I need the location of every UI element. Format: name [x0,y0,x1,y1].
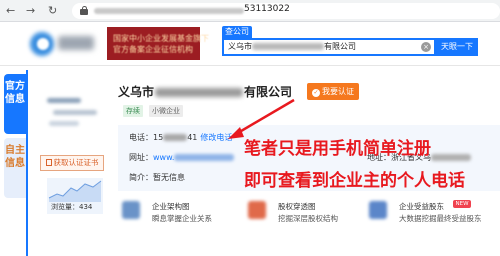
feature-subtitle: 大数据挖掘最终受益股东 [399,214,482,223]
feature-equity-chart[interactable]: 股权穿透图 挖掘深层股权结构 [248,199,368,255]
feature-title: 企业架构图 [152,202,190,211]
feature-title: 企业受益股东 [399,202,444,211]
beneficiary-icon [369,201,387,219]
org-chart-icon [122,201,140,219]
annotation-line-1: 笔者只是用手机简单注册 [244,139,431,159]
feature-subtitle: 瞬息掌握企业关系 [152,214,212,223]
feature-subtitle: 挖掘深层股权结构 [278,214,338,223]
feature-title: 股权穿透图 [278,202,316,211]
feature-org-chart[interactable]: 企业架构图 瞬息掌握企业关系 [122,199,242,255]
feature-beneficiary[interactable]: 企业受益股东 NEW 大数据挖掘最终受益股东 [369,199,500,255]
equity-chart-icon [248,201,266,219]
annotation-line-2: 即可查看到企业主的个人电话 [244,171,465,191]
new-badge: NEW [453,200,471,208]
